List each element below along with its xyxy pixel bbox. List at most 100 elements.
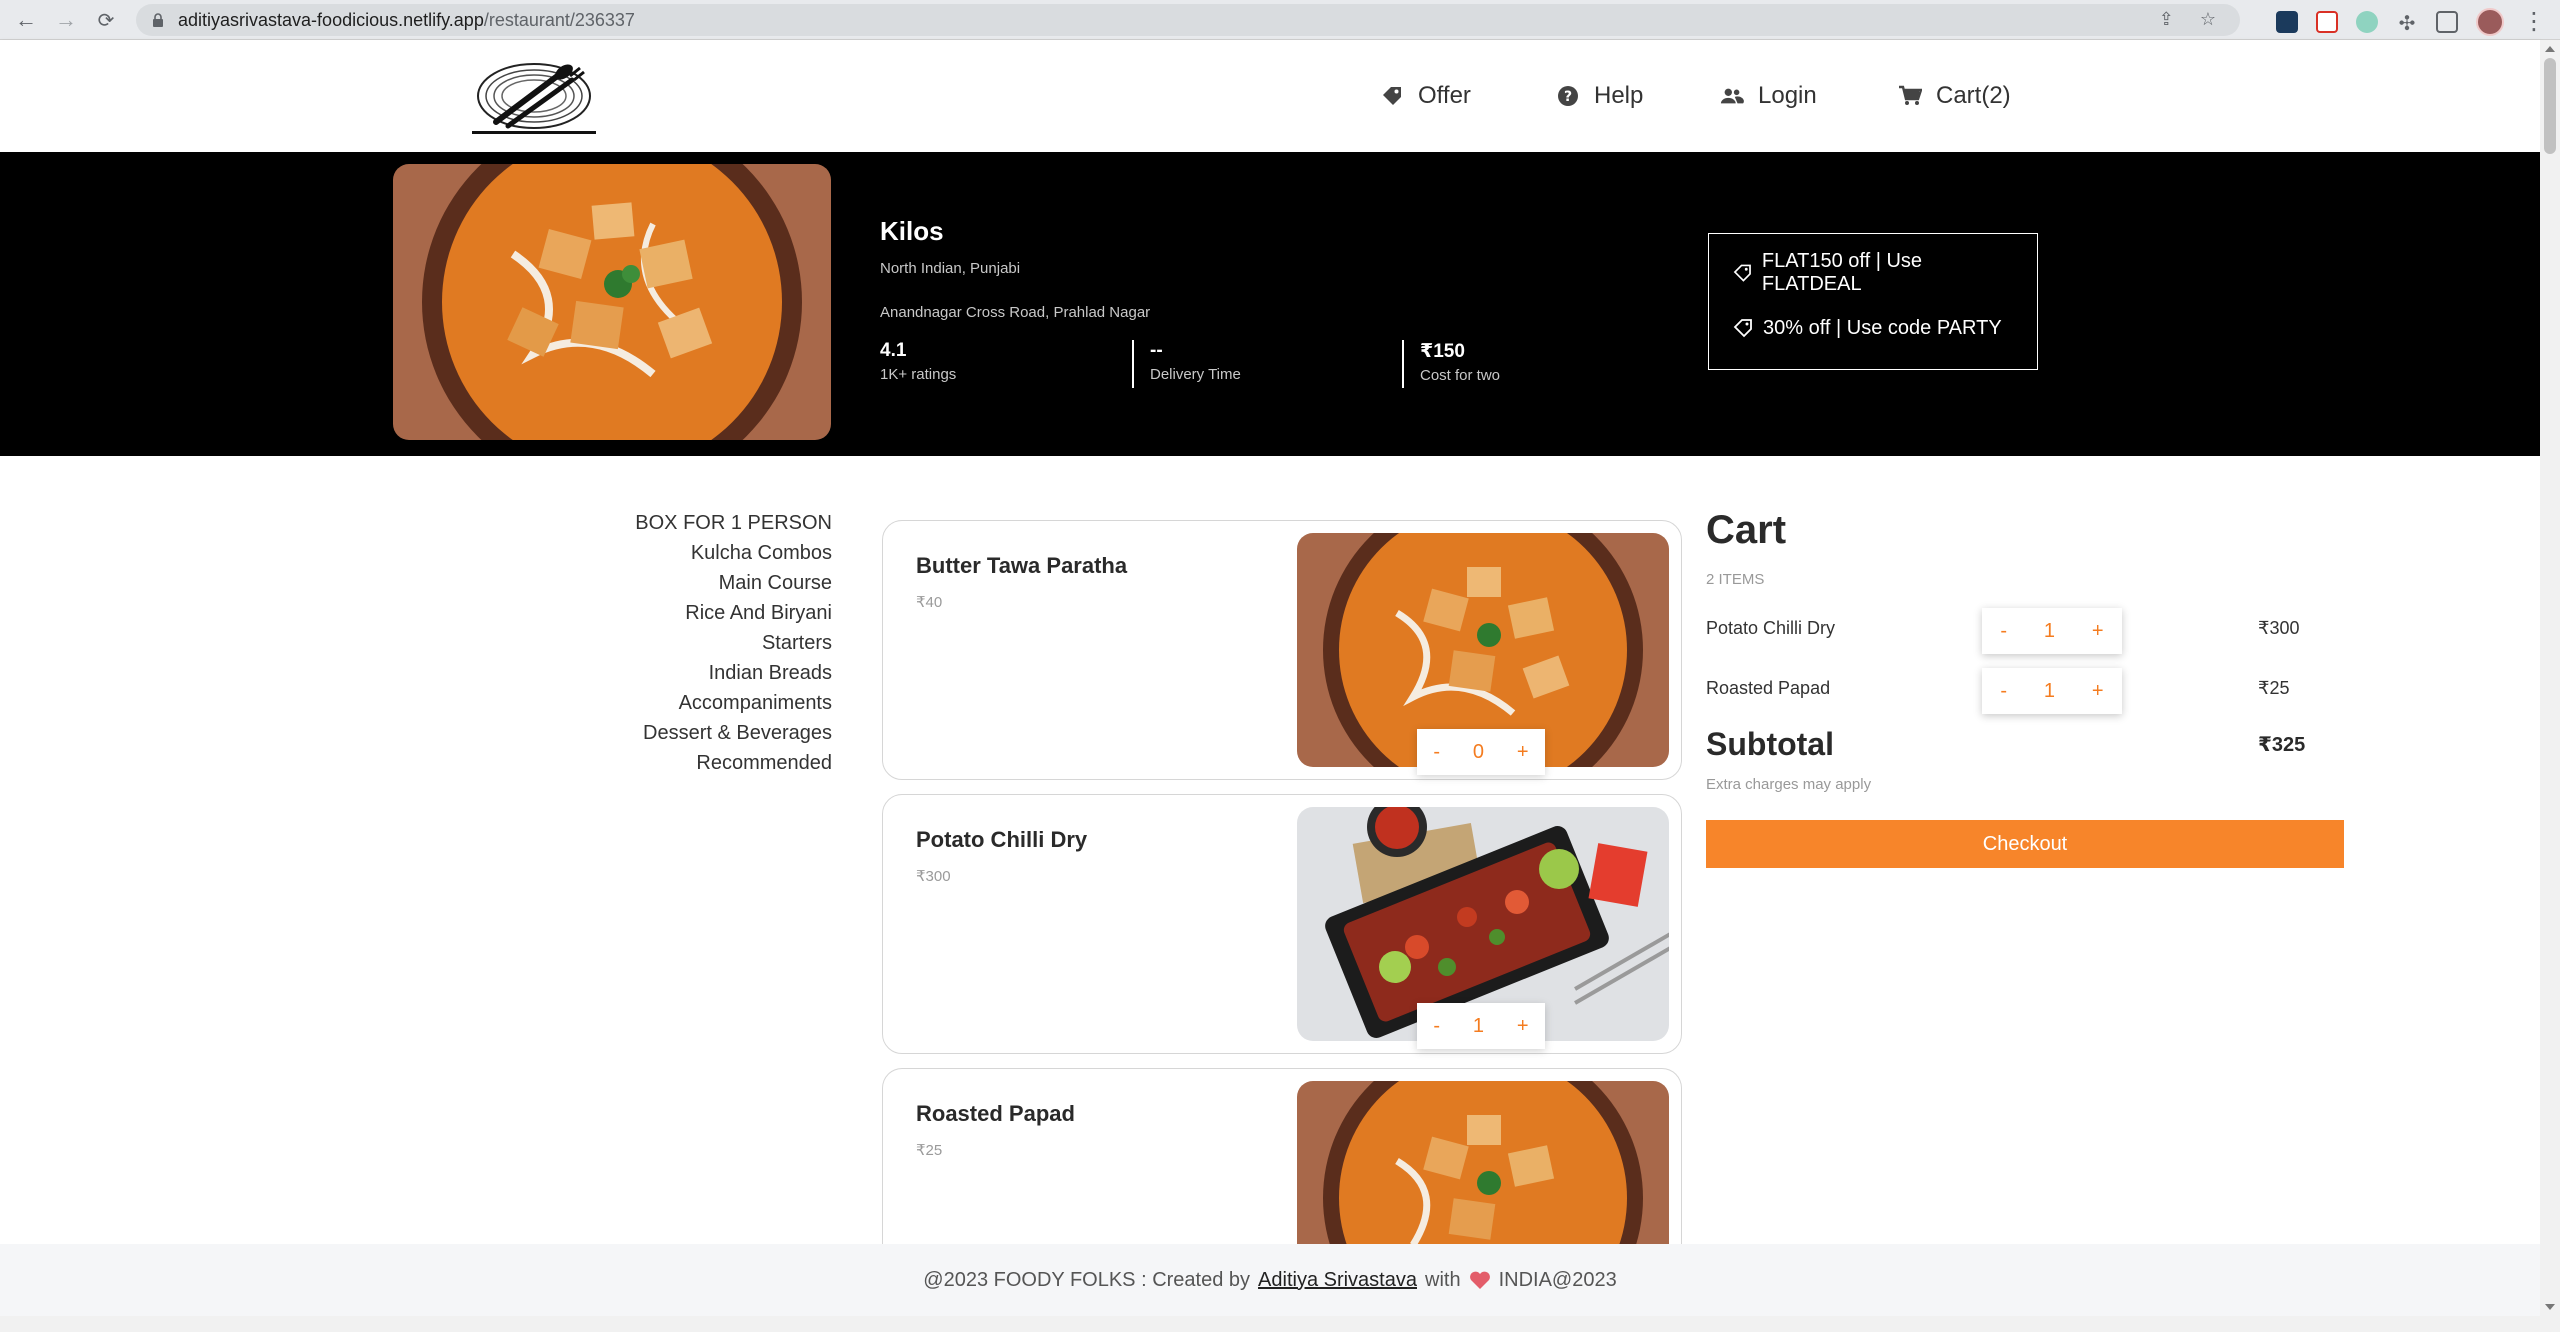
cart-panel: Cart 2 ITEMS Potato Chilli Dry - 1 + ₹30… [1706, 508, 2346, 868]
nav-help-label: Help [1594, 82, 1644, 109]
increment-button[interactable]: + [1517, 741, 1529, 764]
nav-offer[interactable]: Offer [1380, 82, 1471, 110]
tag-icon [1733, 264, 1751, 282]
increment-button[interactable]: + [2092, 680, 2104, 703]
quantity-value: 1 [2043, 619, 2056, 642]
decrement-button[interactable]: - [2000, 680, 2007, 703]
site-logo[interactable] [472, 60, 596, 134]
address-bar[interactable]: aditiyasrivastava-foodicious.netlify.app… [136, 4, 2240, 36]
stat-ratings: 4.1 1K+ ratings [880, 340, 957, 383]
stat-delivery-time: -- Delivery Time [1132, 340, 1372, 388]
restaurant-name: Kilos [880, 216, 944, 246]
menu-item-name: Roasted Papad [916, 1101, 1075, 1126]
profile-avatar[interactable] [2476, 8, 2504, 36]
menu-item-price: ₹40 [916, 594, 943, 611]
nav-cart[interactable]: Cart(2) [1898, 82, 2011, 110]
category-item[interactable]: Indian Breads [560, 658, 832, 688]
nav-login-label: Login [1758, 82, 1817, 109]
category-item[interactable]: Kulcha Combos [560, 538, 832, 568]
quantity-stepper: - 0 + [1417, 729, 1545, 775]
nav-cart-label: Cart(2) [1936, 82, 2011, 109]
subtotal-label: Subtotal [1706, 726, 1834, 762]
category-item[interactable]: Accompaniments [560, 688, 832, 718]
increment-button[interactable]: + [1517, 1015, 1529, 1038]
cart-item-price: ₹25 [2258, 678, 2290, 698]
footer-with: with [1425, 1268, 1461, 1291]
nav-offer-label: Offer [1418, 82, 1471, 109]
cart-item-count: 2 ITEMS [1706, 571, 1765, 588]
extension-icon[interactable] [2276, 11, 2298, 33]
tag-icon [1380, 84, 1404, 108]
decrement-button[interactable]: - [2000, 620, 2007, 643]
offers-box: FLAT150 off | Use FLATDEAL 30% off | Use… [1708, 233, 2038, 370]
decrement-button[interactable]: - [1433, 1015, 1440, 1038]
quantity-stepper: - 1 + [1417, 1003, 1545, 1049]
quantity-value: 1 [2043, 679, 2056, 702]
checkout-button[interactable]: Checkout [1706, 820, 2344, 868]
category-item[interactable]: Main Course [560, 568, 832, 598]
extension-icon[interactable] [2316, 11, 2338, 33]
extra-charges-note: Extra charges may apply [1706, 776, 1872, 793]
page-scrollbar[interactable] [2540, 40, 2560, 1316]
plate-cutlery-logo-icon [477, 63, 591, 129]
lock-icon [153, 13, 163, 27]
offer-item: FLAT150 off | Use FLATDEAL [1733, 250, 2013, 295]
menu-item-name: Butter Tawa Paratha [916, 553, 1128, 578]
quantity-value: 0 [1472, 740, 1485, 763]
url-text: aditiyasrivastava-foodicious.netlify.app… [178, 10, 635, 30]
scroll-up-icon[interactable] [2545, 46, 2555, 52]
scroll-down-icon[interactable] [2545, 1304, 2555, 1310]
cart-item-name: Roasted Papad [1706, 678, 1831, 698]
restaurant-image [393, 164, 831, 440]
cart-item-price: ₹300 [2258, 618, 2300, 638]
extension-icon[interactable] [2356, 11, 2378, 33]
category-item[interactable]: Rice And Biryani [560, 598, 832, 628]
cart-item-name: Potato Chilli Dry [1706, 618, 1836, 638]
menu-dots-icon[interactable]: ⋮ [2522, 10, 2546, 34]
bookmark-star-icon[interactable]: ☆ [2200, 9, 2216, 30]
restaurant-address: Anandnagar Cross Road, Prahlad Nagar [880, 304, 1151, 321]
category-item[interactable]: Dessert & Beverages [560, 718, 832, 748]
footer-prefix: @2023 FOODY FOLKS : Created by [923, 1268, 1251, 1291]
menu-item-card: Butter Tawa Paratha ₹40 - 0 + [882, 520, 1682, 780]
site-header: Offer ? Help Login Cart(2) [0, 40, 2540, 152]
menu-item-price: ₹300 [916, 868, 951, 885]
cart-item: Roasted Papad - 1 + ₹25 [1706, 668, 2346, 714]
subtotal-value: ₹325 [2258, 734, 2306, 756]
svg-text:?: ? [1564, 89, 1572, 105]
users-icon [1720, 84, 1744, 108]
decrement-button[interactable]: - [1433, 741, 1440, 764]
stat-cost-for-two: ₹150 Cost for two [1402, 340, 1642, 388]
back-icon[interactable]: ← [12, 6, 40, 34]
menu-item-card: Roasted Papad ₹25 [882, 1068, 1682, 1245]
restaurant-banner: Kilos North Indian, Punjabi Anandnagar C… [0, 152, 2540, 456]
author-link[interactable]: Aditiya Srivastava [1258, 1269, 1417, 1292]
tag-icon [1733, 319, 1752, 338]
menu-item-image [1297, 1081, 1669, 1245]
browser-toolbar: ← → ⟳ aditiyasrivastava-foodicious.netli… [0, 0, 2560, 40]
scroll-thumb[interactable] [2544, 58, 2556, 154]
share-icon[interactable]: ⇪ [2159, 9, 2174, 30]
side-panel-icon[interactable] [2436, 11, 2458, 33]
category-item[interactable]: BOX FOR 1 PERSON [560, 508, 832, 538]
window-bottom-edge [0, 1316, 2560, 1332]
menu-item-card: Potato Chilli Dry ₹300 - 1 + [882, 794, 1682, 1054]
menu-item-name: Potato Chilli Dry [916, 827, 1088, 852]
category-item[interactable]: Starters [560, 628, 832, 658]
reload-icon[interactable]: ⟳ [92, 6, 120, 34]
quantity-stepper: - 1 + [1982, 668, 2122, 714]
category-item[interactable]: Recommended [560, 748, 832, 778]
footer-suffix: INDIA@2023 [1498, 1268, 1617, 1291]
nav-help[interactable]: ? Help [1556, 82, 1643, 110]
restaurant-cuisine: North Indian, Punjabi [880, 260, 1021, 277]
puzzle-icon[interactable]: ✣ [2396, 11, 2418, 35]
quantity-value: 1 [1472, 1014, 1485, 1037]
increment-button[interactable]: + [2092, 620, 2104, 643]
forward-icon[interactable]: → [52, 6, 80, 34]
offer-item: 30% off | Use code PARTY [1733, 313, 2013, 343]
cart-icon [1898, 84, 1922, 108]
cart-item: Potato Chilli Dry - 1 + ₹300 [1706, 608, 2346, 654]
help-icon: ? [1556, 84, 1580, 108]
quantity-stepper: - 1 + [1982, 608, 2122, 654]
nav-login[interactable]: Login [1720, 82, 1817, 110]
